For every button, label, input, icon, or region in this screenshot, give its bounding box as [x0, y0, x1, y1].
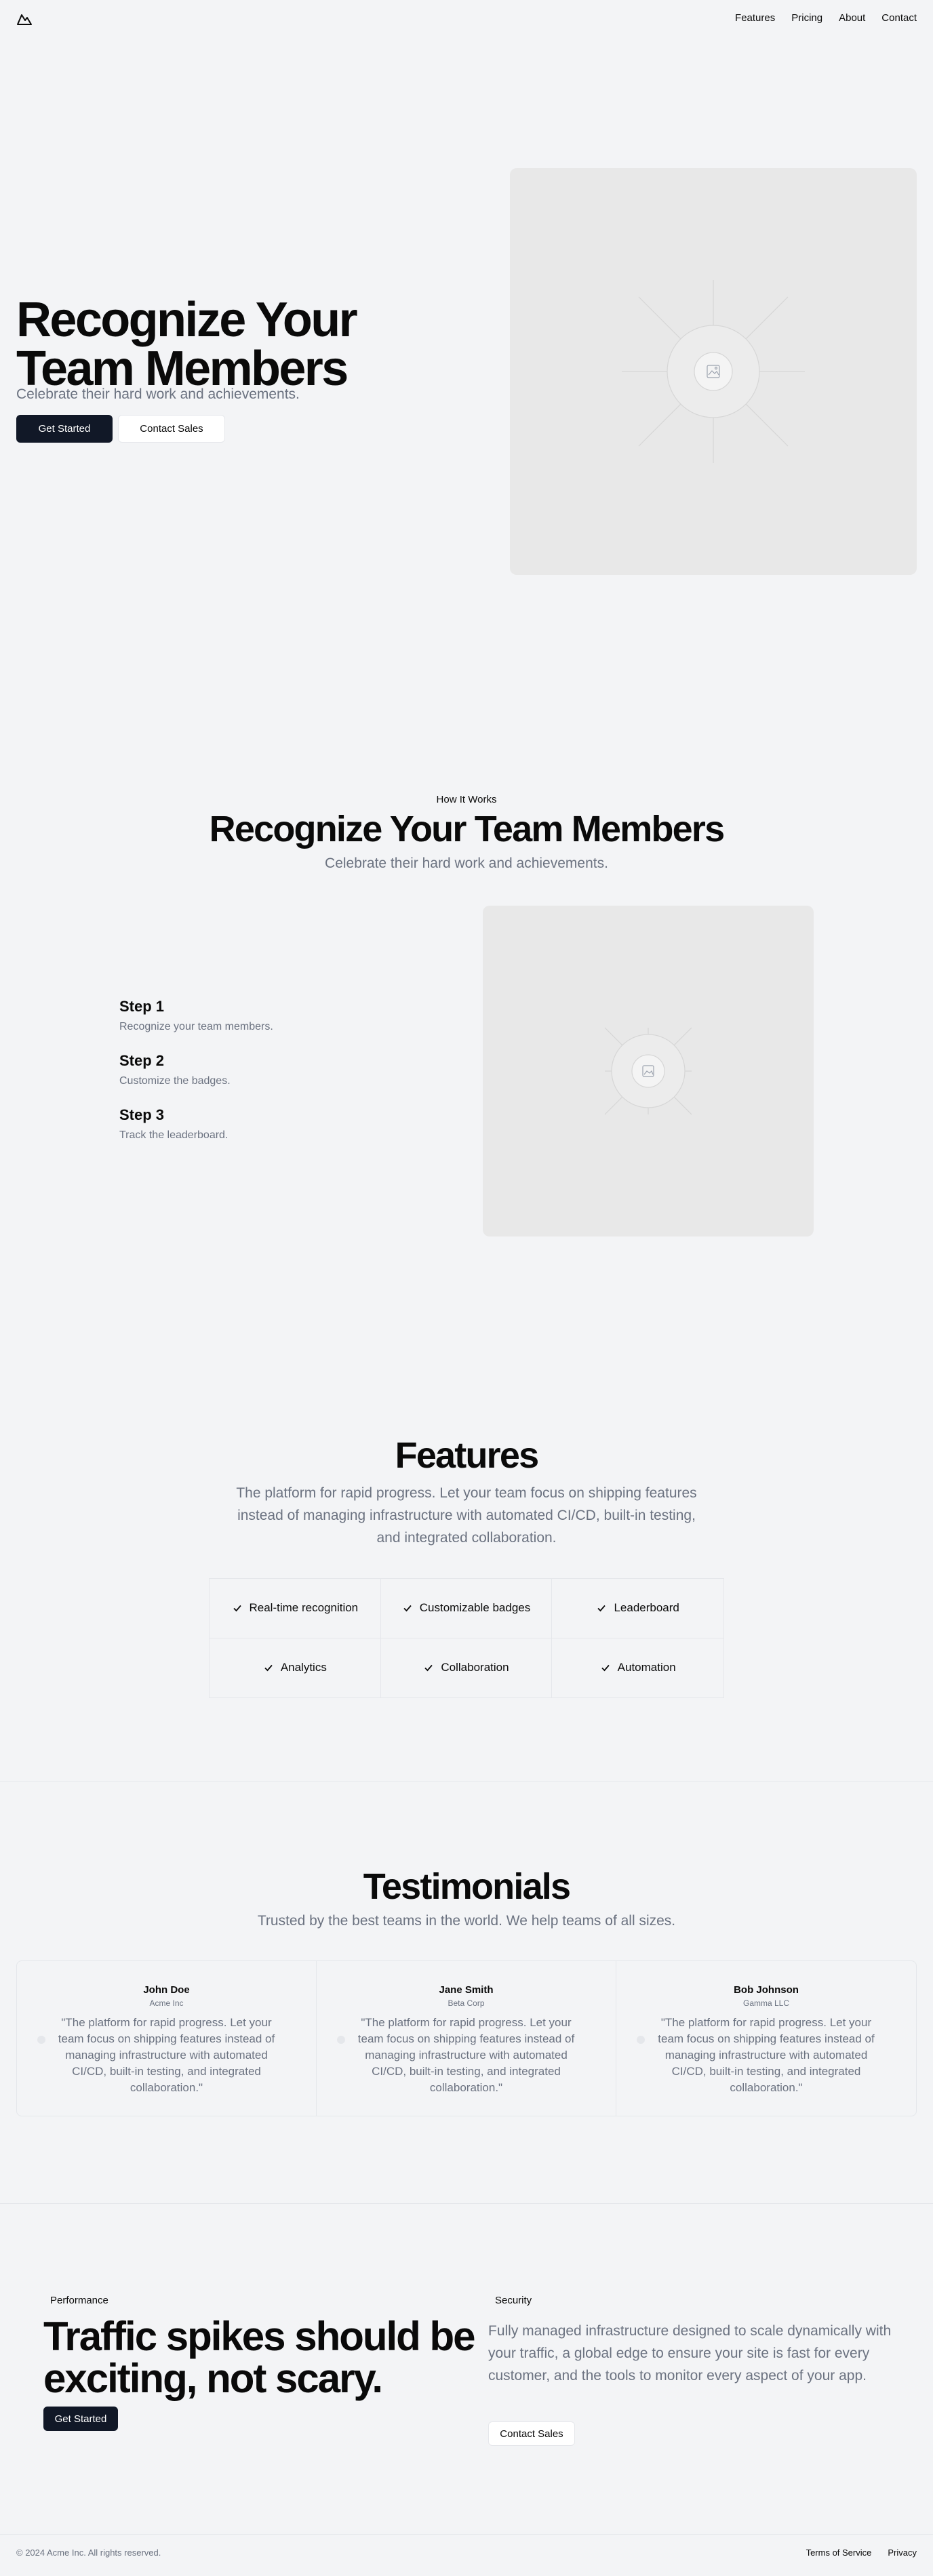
feature-item: Automation	[552, 1638, 723, 1698]
testimonial-name: Jane Smith	[439, 1984, 494, 1996]
nav-link-pricing[interactable]: Pricing	[791, 12, 822, 24]
step-2: Step 2 Customize the badges.	[119, 1052, 391, 1087]
nav-link-contact[interactable]: Contact	[881, 12, 917, 24]
testimonial-quote: "The platform for rapid progress. Let yo…	[658, 2016, 875, 2094]
step-text: Track the leaderboard.	[119, 1129, 229, 1141]
testimonial-company: Acme Inc	[149, 1998, 184, 2008]
check-icon	[233, 1605, 241, 1612]
footer-copyright: © 2024 Acme Inc. All rights reserved.	[16, 2548, 161, 2558]
check-icon	[424, 1665, 433, 1672]
feature-label: Leaderboard	[614, 1601, 679, 1615]
mountain-icon[interactable]	[16, 11, 33, 27]
nav-link-about[interactable]: About	[839, 12, 865, 24]
security-text: Fully managed infrastructure designed to…	[488, 2323, 892, 2383]
how-it-works-subtitle: Celebrate their hard work and achievemen…	[325, 856, 608, 871]
feature-item: Real-time recognition	[210, 1579, 381, 1638]
features-grid: Real-time recognition Customizable badge…	[209, 1578, 724, 1698]
testimonial-name: John Doe	[143, 1984, 190, 1996]
contact-sales-button[interactable]: Contact Sales	[488, 2421, 575, 2446]
footer-nav: Terms of Service Privacy	[806, 2548, 917, 2558]
testimonial-card: Jane Smith Beta Corp "The platform for r…	[317, 1961, 616, 2116]
step-text: Recognize your team members.	[119, 1021, 273, 1032]
check-icon	[403, 1605, 412, 1612]
performance-badge: Performance	[43, 2292, 115, 2309]
nav-link-features[interactable]: Features	[735, 12, 775, 24]
testimonial-card: John Doe Acme Inc "The platform for rapi…	[17, 1961, 317, 2116]
contact-sales-button[interactable]: Contact Sales	[118, 415, 225, 443]
testimonial-name: Bob Johnson	[734, 1984, 799, 1996]
step-1: Step 1 Recognize your team members.	[119, 998, 391, 1033]
features-subtitle: The platform for rapid progress. Let you…	[236, 1485, 697, 1546]
how-it-works-title: Recognize Your Team Members	[209, 809, 725, 849]
get-started-button[interactable]: Get Started	[43, 2407, 118, 2431]
image-icon	[622, 280, 805, 463]
security-badge: Security	[488, 2292, 539, 2309]
step-title: Step 2	[119, 1052, 165, 1069]
feature-label: Collaboration	[441, 1661, 509, 1674]
image-icon	[604, 1027, 692, 1115]
feature-label: Analytics	[280, 1661, 327, 1674]
feature-item: Customizable badges	[380, 1579, 553, 1638]
check-icon	[264, 1665, 273, 1672]
testimonial-quote: "The platform for rapid progress. Let yo…	[357, 2016, 575, 2094]
testimonial-company: Gamma LLC	[742, 1998, 790, 2008]
how-it-works-image-placeholder	[483, 906, 814, 1236]
get-started-button[interactable]: Get Started	[16, 415, 113, 443]
check-icon	[597, 1605, 606, 1612]
hero-subtitle: Celebrate their hard work and achievemen…	[16, 386, 300, 402]
avatar	[37, 2036, 45, 2044]
feature-label: Customizable badges	[419, 1601, 531, 1615]
avatar	[337, 2036, 345, 2044]
performance-title: Traffic spikes should be exciting, not s…	[43, 2314, 476, 2401]
footer-divider	[0, 2534, 933, 2535]
feature-item: Analytics	[210, 1638, 381, 1697]
section-divider	[0, 2203, 933, 2204]
site-header: Features Pricing About Contact	[0, 0, 933, 38]
footer-link-terms[interactable]: Terms of Service	[806, 2548, 872, 2558]
step-3: Step 3 Track the leaderboard.	[119, 1106, 391, 1142]
how-it-works-eyebrow: How It Works	[436, 794, 497, 805]
feature-item: Collaboration	[381, 1638, 553, 1697]
testimonials-subtitle: Trusted by the best teams in the world. …	[257, 1913, 676, 1929]
step-title: Step 3	[119, 1106, 165, 1123]
testimonial-quote: "The platform for rapid progress. Let yo…	[58, 2016, 275, 2094]
testimonials-grid: John Doe Acme Inc "The platform for rapi…	[16, 1960, 917, 2116]
features-title: Features	[395, 1435, 540, 1476]
avatar	[637, 2036, 645, 2044]
feature-label: Real-time recognition	[249, 1601, 359, 1615]
feature-item: Leaderboard	[552, 1579, 723, 1638]
hero-image-placeholder	[510, 168, 917, 575]
testimonials-title: Testimonials	[363, 1866, 571, 1907]
main-nav: Features Pricing About Contact	[735, 12, 917, 24]
footer-link-privacy[interactable]: Privacy	[888, 2548, 917, 2558]
feature-label: Automation	[617, 1661, 676, 1674]
step-title: Step 1	[119, 998, 165, 1015]
check-icon	[601, 1665, 610, 1672]
step-text: Customize the badges.	[119, 1075, 231, 1087]
testimonial-card: Bob Johnson Gamma LLC "The platform for …	[616, 1961, 916, 2116]
testimonial-company: Beta Corp	[448, 1998, 485, 2008]
hero-title: Recognize Your Team Members	[16, 293, 358, 396]
